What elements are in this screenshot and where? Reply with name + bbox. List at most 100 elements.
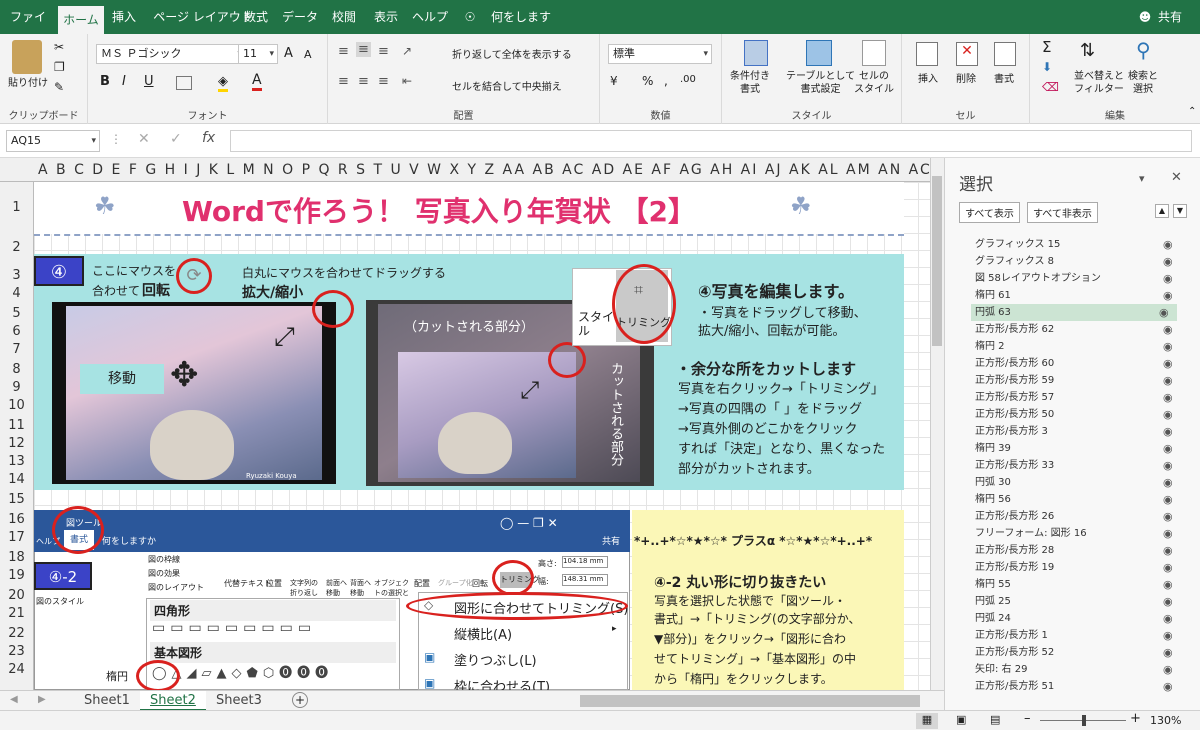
row-number[interactable]: 22: [0, 626, 33, 641]
pane-list-item[interactable]: 矢印: 右 29 ◉: [975, 661, 1175, 678]
cell-styles-button[interactable]: セルの スタイル: [854, 70, 894, 96]
pane-list-item[interactable]: 円弧 30 ◉: [975, 474, 1175, 491]
align-right-icon[interactable]: ≡: [378, 74, 389, 89]
format-painter-icon[interactable]: ✎: [54, 80, 64, 94]
name-box[interactable]: AQ15: [6, 130, 100, 152]
pane-list-item[interactable]: 正方形/長方形 50 ◉: [975, 406, 1175, 423]
visibility-eye-icon[interactable]: ◉: [1163, 440, 1173, 457]
pane-list-item[interactable]: 楕円 39 ◉: [975, 440, 1175, 457]
worksheet[interactable]: A B C D E F G H I J K L M N O P Q R S T …: [0, 158, 930, 690]
menu-fill[interactable]: 塗りつぶし(L): [454, 650, 537, 669]
cut-icon[interactable]: ✂: [54, 40, 64, 54]
pane-list-item[interactable]: フリーフォーム: 図形 16 ◉: [975, 525, 1175, 542]
rect-shapes[interactable]: ▭▭▭▭▭▭▭▭▭: [152, 620, 316, 636]
row-number[interactable]: 6: [0, 324, 33, 339]
pane-list-item[interactable]: 正方形/長方形 51 ◉: [975, 678, 1175, 695]
visibility-eye-icon[interactable]: ◉: [1163, 559, 1173, 576]
menu-fit[interactable]: 枠に合わせる(T): [454, 676, 550, 690]
page-layout-view-icon[interactable]: ▣: [956, 713, 966, 726]
format-button[interactable]: 書式: [994, 70, 1014, 85]
collapse-ribbon-icon[interactable]: ⌃: [1188, 106, 1196, 117]
align-bottom-icon[interactable]: ≡: [378, 44, 389, 59]
pane-list-item[interactable]: 正方形/長方形 1 ◉: [975, 627, 1175, 644]
sheet-tab-1[interactable]: Sheet1: [74, 691, 140, 711]
row-number[interactable]: 5: [0, 306, 33, 321]
pane-list-item[interactable]: 正方形/長方形 33 ◉: [975, 457, 1175, 474]
paste-icon[interactable]: [12, 40, 42, 74]
format-cells-icon[interactable]: [994, 42, 1016, 66]
pane-list-item[interactable]: 正方形/長方形 62 ◉: [975, 321, 1175, 338]
scroll-thumb[interactable]: [932, 176, 942, 346]
sort-filter-button[interactable]: 並べ替えと フィルター: [1074, 70, 1124, 96]
insert-button[interactable]: 挿入: [918, 70, 938, 85]
visibility-eye-icon[interactable]: ◉: [1163, 270, 1173, 287]
row-number[interactable]: 12: [0, 436, 33, 451]
visibility-eye-icon[interactable]: ◉: [1163, 338, 1173, 355]
zoom-thumb[interactable]: [1082, 715, 1086, 726]
bold-button[interactable]: B: [100, 74, 110, 89]
hide-all-button[interactable]: すべて非表示: [1027, 202, 1098, 223]
border-icon[interactable]: [176, 76, 192, 90]
menu-aspect-ratio[interactable]: 縦横比(A): [454, 624, 512, 643]
delete-cells-icon[interactable]: ✕: [956, 42, 978, 66]
row-number[interactable]: 14: [0, 472, 33, 487]
column-headers[interactable]: A B C D E F G H I J K L M N O P Q R S T …: [0, 158, 930, 182]
pane-list-item[interactable]: 正方形/長方形 57 ◉: [975, 389, 1175, 406]
visibility-eye-icon[interactable]: ◉: [1163, 508, 1173, 525]
conditional-format-button[interactable]: 条件付き 書式: [730, 70, 770, 96]
zoom-level[interactable]: 130%: [1150, 714, 1181, 727]
pane-list-item[interactable]: 円弧 25 ◉: [975, 593, 1175, 610]
pane-list-item[interactable]: 正方形/長方形 26 ◉: [975, 508, 1175, 525]
row-number[interactable]: 3: [0, 268, 33, 283]
conditional-format-icon[interactable]: [744, 40, 768, 66]
paste-button[interactable]: 貼り付け: [8, 74, 48, 89]
find-select-button[interactable]: 検索と 選択: [1128, 70, 1158, 96]
tab-home[interactable]: ホーム: [58, 6, 104, 34]
visibility-eye-icon[interactable]: ◉: [1159, 304, 1169, 321]
font-size-select[interactable]: 11: [238, 44, 278, 64]
pane-list-item[interactable]: 正方形/長方形 60 ◉: [975, 355, 1175, 372]
find-icon[interactable]: ⚲: [1136, 38, 1151, 62]
visibility-eye-icon[interactable]: ◉: [1163, 474, 1173, 491]
visibility-eye-icon[interactable]: ◉: [1163, 457, 1173, 474]
visibility-eye-icon[interactable]: ◉: [1163, 389, 1173, 406]
underline-button[interactable]: U: [144, 74, 154, 89]
number-format-select[interactable]: 標準: [608, 44, 712, 64]
visibility-eye-icon[interactable]: ◉: [1163, 406, 1173, 423]
visibility-eye-icon[interactable]: ◉: [1163, 287, 1173, 304]
row-number[interactable]: 2: [0, 240, 33, 255]
visibility-eye-icon[interactable]: ◉: [1163, 542, 1173, 559]
pane-menu-icon[interactable]: ▾: [1139, 172, 1145, 185]
visibility-eye-icon[interactable]: ◉: [1163, 491, 1173, 508]
tab-file[interactable]: ファイル: [6, 0, 50, 58]
visibility-eye-icon[interactable]: ◉: [1163, 236, 1173, 253]
row-number[interactable]: 20: [0, 588, 33, 603]
tab-scroll-left-icon[interactable]: ◀: [10, 694, 18, 705]
enter-icon[interactable]: ✓: [170, 131, 182, 147]
add-sheet-icon[interactable]: +: [292, 692, 308, 708]
visibility-eye-icon[interactable]: ◉: [1163, 525, 1173, 542]
insert-function-button[interactable]: fx: [202, 130, 215, 146]
cell-styles-icon[interactable]: [862, 40, 886, 66]
row-number[interactable]: 13: [0, 454, 33, 469]
clear-icon[interactable]: ⌫: [1042, 80, 1059, 94]
delete-button[interactable]: 削除: [956, 70, 976, 85]
row-number[interactable]: 16: [0, 512, 33, 527]
visibility-eye-icon[interactable]: ◉: [1163, 644, 1173, 661]
share-button[interactable]: 共有: [1155, 0, 1185, 34]
page-break-view-icon[interactable]: ▤: [990, 713, 1000, 726]
indent-icon[interactable]: ⇤: [402, 74, 412, 88]
row-number[interactable]: 11: [0, 418, 33, 433]
row-number[interactable]: 10: [0, 398, 33, 413]
shrink-font-button[interactable]: A: [304, 48, 312, 61]
wrap-text-button[interactable]: 折り返して全体を表示する: [452, 46, 572, 61]
visibility-eye-icon[interactable]: ◉: [1163, 253, 1173, 270]
tab-view[interactable]: 表示: [368, 0, 404, 34]
visibility-eye-icon[interactable]: ◉: [1163, 321, 1173, 338]
fill-icon[interactable]: ⬇: [1042, 60, 1052, 74]
row-number[interactable]: 4: [0, 286, 33, 301]
comma-icon[interactable]: ,: [664, 74, 668, 88]
row-number[interactable]: 21: [0, 606, 33, 621]
row-number[interactable]: 19: [0, 568, 33, 583]
row-number[interactable]: 1: [0, 200, 33, 215]
